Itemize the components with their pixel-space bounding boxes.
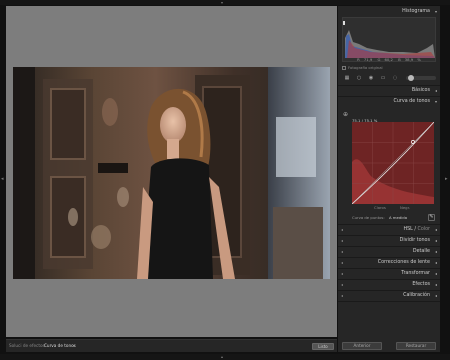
detail-title: Detalle	[412, 249, 430, 254]
hist-r-value: 71,9	[363, 57, 373, 62]
target-adjust-icon[interactable]: ⊕	[343, 111, 348, 118]
curve-label-left: Claros	[374, 205, 386, 210]
collapse-left-panel-icon[interactable]: ◂	[1, 176, 4, 182]
histogram-values: R 71,9 G 60,2 B 38,9%	[342, 57, 436, 63]
collapse-icon: ◂	[434, 249, 437, 254]
tool-strip: ▦ ○ ◉ ▭ ◌	[338, 73, 440, 83]
tone-curve-editor[interactable]: ⊕ 75,1 / 75,1 % Claros Negr.	[342, 111, 438, 221]
adjustment-brush-icon[interactable]: ◌	[392, 75, 398, 81]
photo-image	[13, 67, 330, 279]
tool-slider[interactable]	[406, 75, 436, 81]
hist-b-value: 38,9	[404, 57, 414, 62]
panel-toggle-icon: ◂	[341, 249, 344, 254]
collapse-icon: ◂	[434, 88, 437, 93]
collapse-icon: ◂	[434, 271, 437, 276]
collapse-icon: ◂	[434, 282, 437, 287]
bottom-toolbar: Soluci de efectos: Curva de tonos ▾ List…	[6, 339, 337, 352]
original-photo-toggle[interactable]: Fotografía original	[342, 65, 383, 70]
histogram	[342, 17, 436, 62]
panel-toggle-icon: ◂	[341, 282, 344, 287]
panel-toggle-icon: ◂	[341, 271, 344, 276]
hsl-title[interactable]: HSL	[403, 227, 412, 232]
divider	[338, 301, 440, 302]
collapse-right-panel-icon[interactable]: ▸	[445, 176, 448, 182]
point-curve-select[interactable]: A medida	[389, 215, 407, 220]
basic-header[interactable]: Básicos ◂	[338, 86, 440, 95]
basic-title: Básicos	[411, 88, 430, 93]
lens-corrections-title: Correcciones de lente	[377, 260, 430, 265]
reset-button[interactable]: Restaurar	[396, 342, 436, 350]
lens-corrections-header[interactable]: ◂ Correcciones de lente ◂	[338, 258, 440, 267]
panel-footer: Anterior Restaurar	[338, 339, 440, 352]
detail-header[interactable]: ◂ Detalle ◂	[338, 247, 440, 256]
histogram-graph	[343, 21, 435, 58]
collapse-icon: ◂	[434, 293, 437, 298]
top-bar: ▾	[0, 0, 450, 5]
eyedropper-icon[interactable]: ✎	[428, 214, 435, 221]
collapse-icon: ◂	[434, 238, 437, 243]
hsl-header[interactable]: ◂ HSL / Color ◂	[338, 225, 440, 234]
calibration-title: Calibración	[403, 293, 430, 298]
photo-preview	[13, 67, 330, 279]
effect-label: Soluci de efectos:	[9, 343, 47, 348]
graduated-filter-icon[interactable]: ▭	[380, 75, 386, 81]
panel-toggle-icon: ◂	[341, 260, 344, 265]
effect-value[interactable]: Curva de tonos	[44, 343, 76, 348]
spot-removal-icon[interactable]: ○	[356, 75, 362, 81]
expand-icon: ▾	[434, 99, 437, 104]
point-curve-label: Curva de puntos:	[352, 215, 385, 220]
hist-r-label: R	[357, 57, 360, 62]
calibration-header[interactable]: ◂ Calibración ◂	[338, 291, 440, 300]
hist-g-label: G	[377, 57, 381, 62]
point-curve-row: Curva de puntos: A medida ✎	[342, 214, 438, 222]
histogram-title: Histograma	[402, 9, 430, 14]
effect-dropdown-icon[interactable]: ▾	[73, 343, 75, 348]
done-button[interactable]: Listo	[312, 343, 334, 350]
color-title[interactable]: Color	[417, 227, 430, 232]
collapse-icon: ◂	[434, 227, 437, 232]
collapse-bottom-panel-icon[interactable]: ▴	[221, 354, 223, 359]
effects-header[interactable]: ◂ Efectos ◂	[338, 280, 440, 289]
previous-button[interactable]: Anterior	[342, 342, 382, 350]
hist-b-label: B	[398, 57, 401, 62]
tone-curve-graph[interactable]	[352, 122, 434, 204]
original-photo-checkbox[interactable]	[342, 66, 346, 70]
tool-slider-thumb[interactable]	[408, 75, 414, 81]
panel-toggle-icon: ◂	[341, 227, 344, 232]
hist-percent: %	[417, 57, 421, 62]
histogram-header[interactable]: Histograma ▾	[338, 7, 440, 16]
transform-title: Transformar	[401, 271, 430, 276]
original-photo-label: Fotografía original	[348, 65, 383, 70]
panel-toggle-icon: ◂	[341, 293, 344, 298]
hist-g-value: 60,2	[384, 57, 393, 62]
crop-tool-icon[interactable]: ▦	[344, 75, 350, 81]
tone-curve-header[interactable]: Curva de tonos ▾	[338, 97, 440, 106]
image-viewport	[6, 6, 337, 337]
split-toning-header[interactable]: ◂ Dividir tonos ◂	[338, 236, 440, 245]
split-toning-title: Dividir tonos	[399, 238, 430, 243]
curve-label-right: Negr.	[400, 205, 411, 210]
bottom-bar: ▴	[0, 354, 450, 360]
red-eye-icon[interactable]: ◉	[368, 75, 374, 81]
develop-panel: Histograma ▾ R 71,9 G 60,2 B 38,9% Fotograf…	[338, 6, 440, 352]
collapse-icon: ◂	[434, 260, 437, 265]
expand-icon: ▾	[434, 9, 437, 14]
tone-curve-title: Curva de tonos	[393, 99, 430, 104]
collapse-top-panel-icon[interactable]: ▾	[221, 0, 223, 5]
panel-toggle-icon: ◂	[341, 238, 344, 243]
effects-title: Efectos	[412, 282, 430, 287]
transform-header[interactable]: ◂ Transformar ◂	[338, 269, 440, 278]
